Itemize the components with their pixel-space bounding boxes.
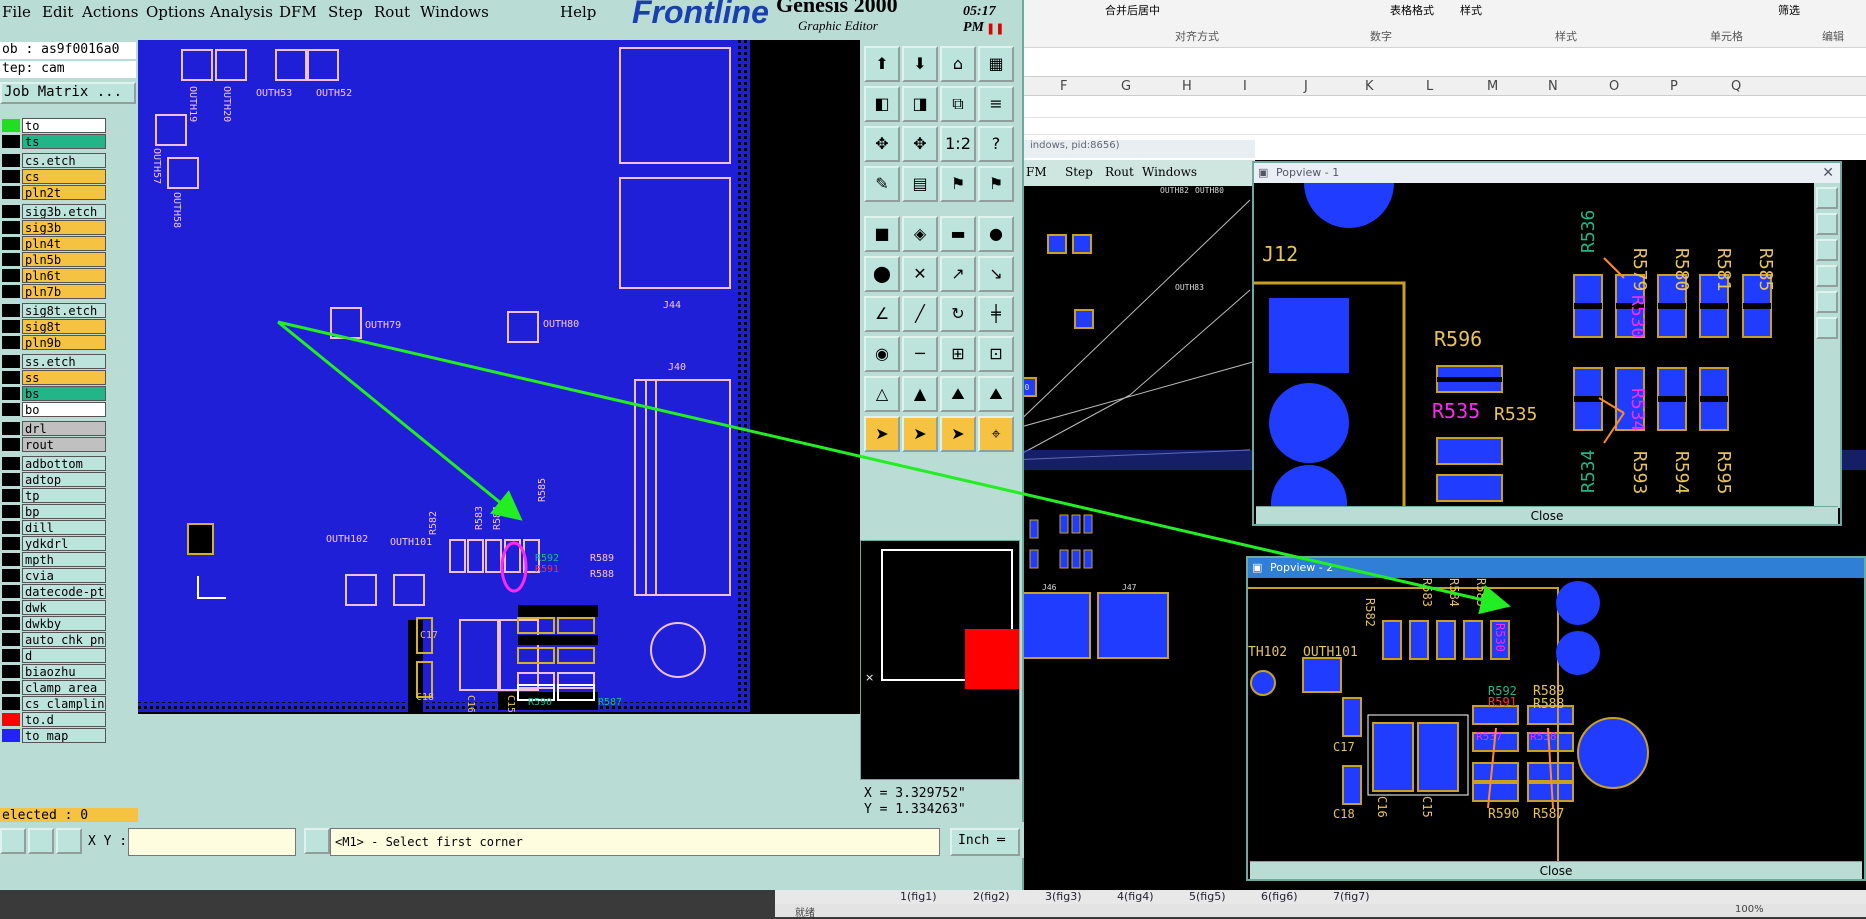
arrow-overlay (277, 320, 1511, 615)
